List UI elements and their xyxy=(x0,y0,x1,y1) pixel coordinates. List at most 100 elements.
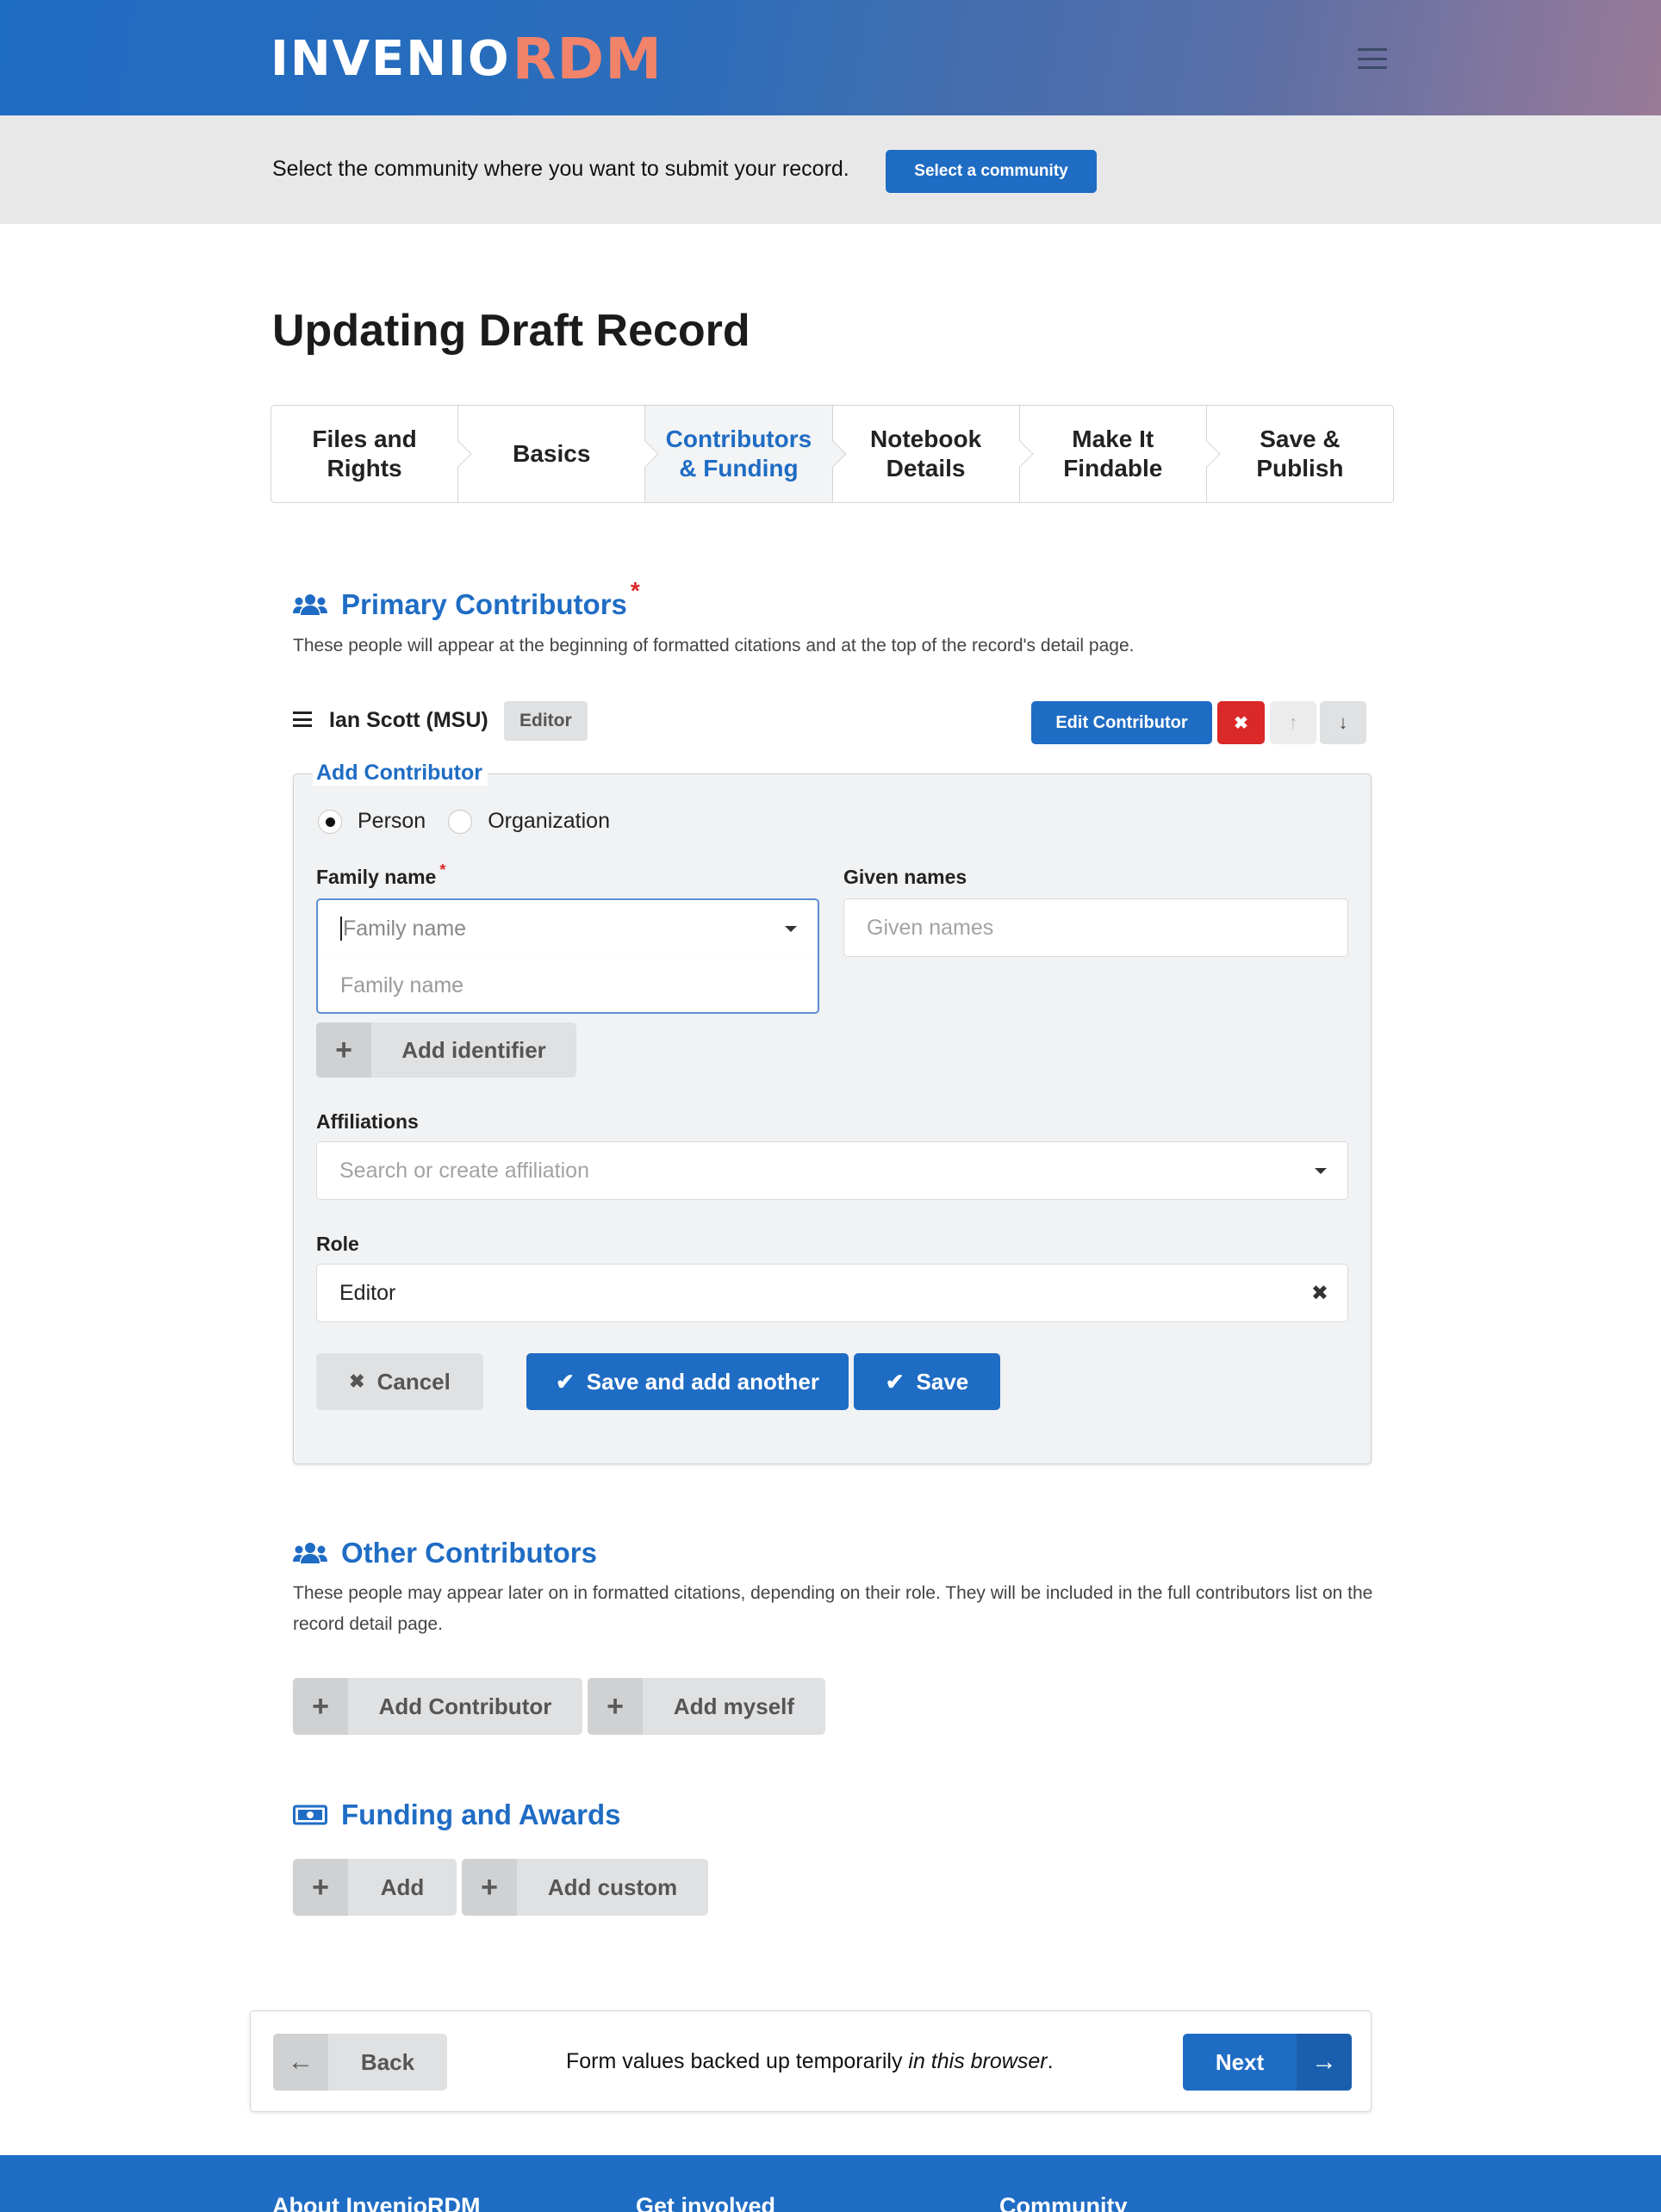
contributor-type-radios: Person Organization xyxy=(318,809,610,834)
step-label: Make It Findable xyxy=(1063,426,1163,482)
step-save-publish[interactable]: Save & Publish xyxy=(1207,406,1393,502)
close-icon: ✖ xyxy=(349,1370,365,1392)
top-navbar: INVENIO RDM xyxy=(0,0,1661,115)
community-banner: Select the community where you want to s… xyxy=(0,115,1661,224)
footer-heading-community: Community xyxy=(999,2193,1128,2212)
form-navigation-card: ← Back Form values backed up temporarily… xyxy=(250,2010,1372,2112)
section-title: Funding and Awards xyxy=(341,1799,621,1830)
hamburger-icon[interactable] xyxy=(1358,48,1387,69)
affiliations-placeholder: Search or create affiliation xyxy=(339,1158,589,1183)
add-custom-funding-button[interactable]: + Add custom xyxy=(462,1859,708,1916)
backup-note-emphasis: in this browser xyxy=(908,2049,1048,2073)
save-button[interactable]: ✔ Save xyxy=(854,1353,1000,1410)
add-funding-label: Add xyxy=(380,1873,425,1900)
drag-handle-icon[interactable] xyxy=(293,711,312,727)
step-make-it-findable[interactable]: Make It Findable xyxy=(1020,406,1221,502)
required-mark: * xyxy=(439,861,446,879)
backup-note-suffix: . xyxy=(1047,2049,1054,2073)
add-contributor-button[interactable]: + Add Contributor xyxy=(293,1678,582,1735)
step-label: Basics xyxy=(513,440,591,467)
affiliations-select[interactable]: Search or create affiliation xyxy=(316,1141,1348,1200)
contributor-role-badge: Editor xyxy=(504,701,588,741)
radio-person[interactable] xyxy=(318,809,342,834)
plus-icon: + xyxy=(462,1859,517,1916)
checkmark-icon: ✔ xyxy=(885,1368,905,1395)
add-funding-button[interactable]: + Add xyxy=(293,1859,457,1916)
delete-contributor-button[interactable]: ✖ xyxy=(1217,701,1265,744)
move-up-button[interactable]: ↑ xyxy=(1270,701,1316,744)
community-banner-text: Select the community where you want to s… xyxy=(272,157,849,181)
given-names-placeholder: Given names xyxy=(867,915,994,940)
chevron-down-icon[interactable] xyxy=(785,926,797,932)
add-contributor-form: Add Contributor Person Organization Fami… xyxy=(293,761,1372,1464)
other-contributors-description: These people may appear later on in form… xyxy=(293,1583,1373,1634)
radio-person-label[interactable]: Person xyxy=(358,809,426,834)
next-button[interactable]: Next → xyxy=(1183,2034,1352,2091)
plus-icon: + xyxy=(293,1859,348,1916)
save-and-add-another-button[interactable]: ✔ Save and add another xyxy=(526,1353,849,1410)
step-notebook-details[interactable]: Notebook Details xyxy=(833,406,1034,502)
step-label: Files and Rights xyxy=(312,426,417,482)
role-label: Role xyxy=(316,1233,359,1255)
save-label: Save xyxy=(916,1368,969,1395)
other-contributors-heading: Other Contributors xyxy=(293,1537,597,1569)
contributor-name: Ian Scott (MSU) xyxy=(329,708,488,732)
funding-heading: Funding and Awards xyxy=(293,1799,621,1831)
contributor-item: Ian Scott (MSU) Editor Edit Contributor … xyxy=(293,699,1370,744)
given-names-label: Given names xyxy=(843,866,967,888)
users-icon xyxy=(293,1543,327,1563)
plus-icon: + xyxy=(316,1022,371,1078)
add-contributor-label: Add Contributor xyxy=(378,1693,552,1719)
primary-contributors-heading: Primary Contributors * xyxy=(293,577,640,621)
radio-organization[interactable] xyxy=(448,809,473,834)
add-myself-button[interactable]: + Add myself xyxy=(588,1678,825,1735)
family-name-placeholder: Family name xyxy=(343,916,467,941)
family-name-input[interactable]: Family name xyxy=(318,900,818,957)
clear-icon[interactable]: ✖ xyxy=(1311,1281,1328,1306)
checkmark-icon: ✔ xyxy=(556,1368,575,1395)
add-identifier-label: Add identifier xyxy=(401,1036,546,1063)
wizard-steps: Files and Rights Basics Contributors & F… xyxy=(271,405,1394,503)
back-label: Back xyxy=(360,2048,415,2075)
family-name-label: Family name * xyxy=(316,861,445,889)
add-custom-label: Add custom xyxy=(547,1873,678,1900)
step-files-and-rights[interactable]: Files and Rights xyxy=(271,406,472,502)
move-down-button[interactable]: ↓ xyxy=(1320,701,1366,744)
cancel-label: Cancel xyxy=(376,1368,451,1395)
add-contributor-legend: Add Contributor xyxy=(313,761,488,786)
step-basics[interactable]: Basics xyxy=(458,406,659,502)
role-select[interactable]: Editor ✖ xyxy=(316,1264,1348,1322)
arrow-down-icon: ↓ xyxy=(1338,711,1348,733)
primary-contributors-description: These people will appear at the beginnin… xyxy=(293,636,1135,656)
family-name-dropdown[interactable]: Family name Family name xyxy=(316,898,819,1014)
invenio-rdm-logo[interactable]: INVENIO RDM xyxy=(271,24,663,93)
footer-heading-about: About InvenioRDM xyxy=(272,2193,481,2212)
logo-text-rdm: RDM xyxy=(512,25,663,92)
plus-icon: + xyxy=(588,1678,643,1735)
text-cursor xyxy=(340,916,342,941)
affiliations-label: Affiliations xyxy=(316,1110,419,1133)
select-community-button[interactable]: Select a community xyxy=(886,150,1097,193)
step-label: Save & Publish xyxy=(1256,426,1344,482)
backup-note-prefix: Form values backed up temporarily xyxy=(566,2049,909,2073)
arrow-up-icon: ↑ xyxy=(1288,711,1298,733)
family-name-option[interactable]: Family name xyxy=(318,957,818,1014)
step-label: Contributors & Funding xyxy=(665,426,812,482)
section-title: Primary Contributors xyxy=(341,588,627,620)
radio-organization-label[interactable]: Organization xyxy=(488,809,610,834)
cancel-button[interactable]: ✖ Cancel xyxy=(316,1353,483,1410)
edit-contributor-button[interactable]: Edit Contributor xyxy=(1031,701,1212,744)
arrow-left-icon: ← xyxy=(273,2034,328,2091)
logo-text-invenio: INVENIO xyxy=(271,30,511,87)
add-identifier-button[interactable]: + Add identifier xyxy=(316,1022,576,1078)
step-contributors-funding[interactable]: Contributors & Funding xyxy=(645,406,847,502)
chevron-down-icon[interactable] xyxy=(1315,1168,1327,1174)
role-value: Editor xyxy=(339,1280,396,1305)
given-names-input[interactable]: Given names xyxy=(843,898,1348,957)
add-myself-label: Add myself xyxy=(673,1693,795,1719)
back-button[interactable]: ← Back xyxy=(273,2034,447,2091)
page-title: Updating Draft Record xyxy=(272,306,750,356)
footer-heading-get-involved: Get involved xyxy=(636,2193,776,2212)
section-title: Other Contributors xyxy=(341,1537,597,1569)
arrow-right-icon: → xyxy=(1297,2034,1352,2091)
